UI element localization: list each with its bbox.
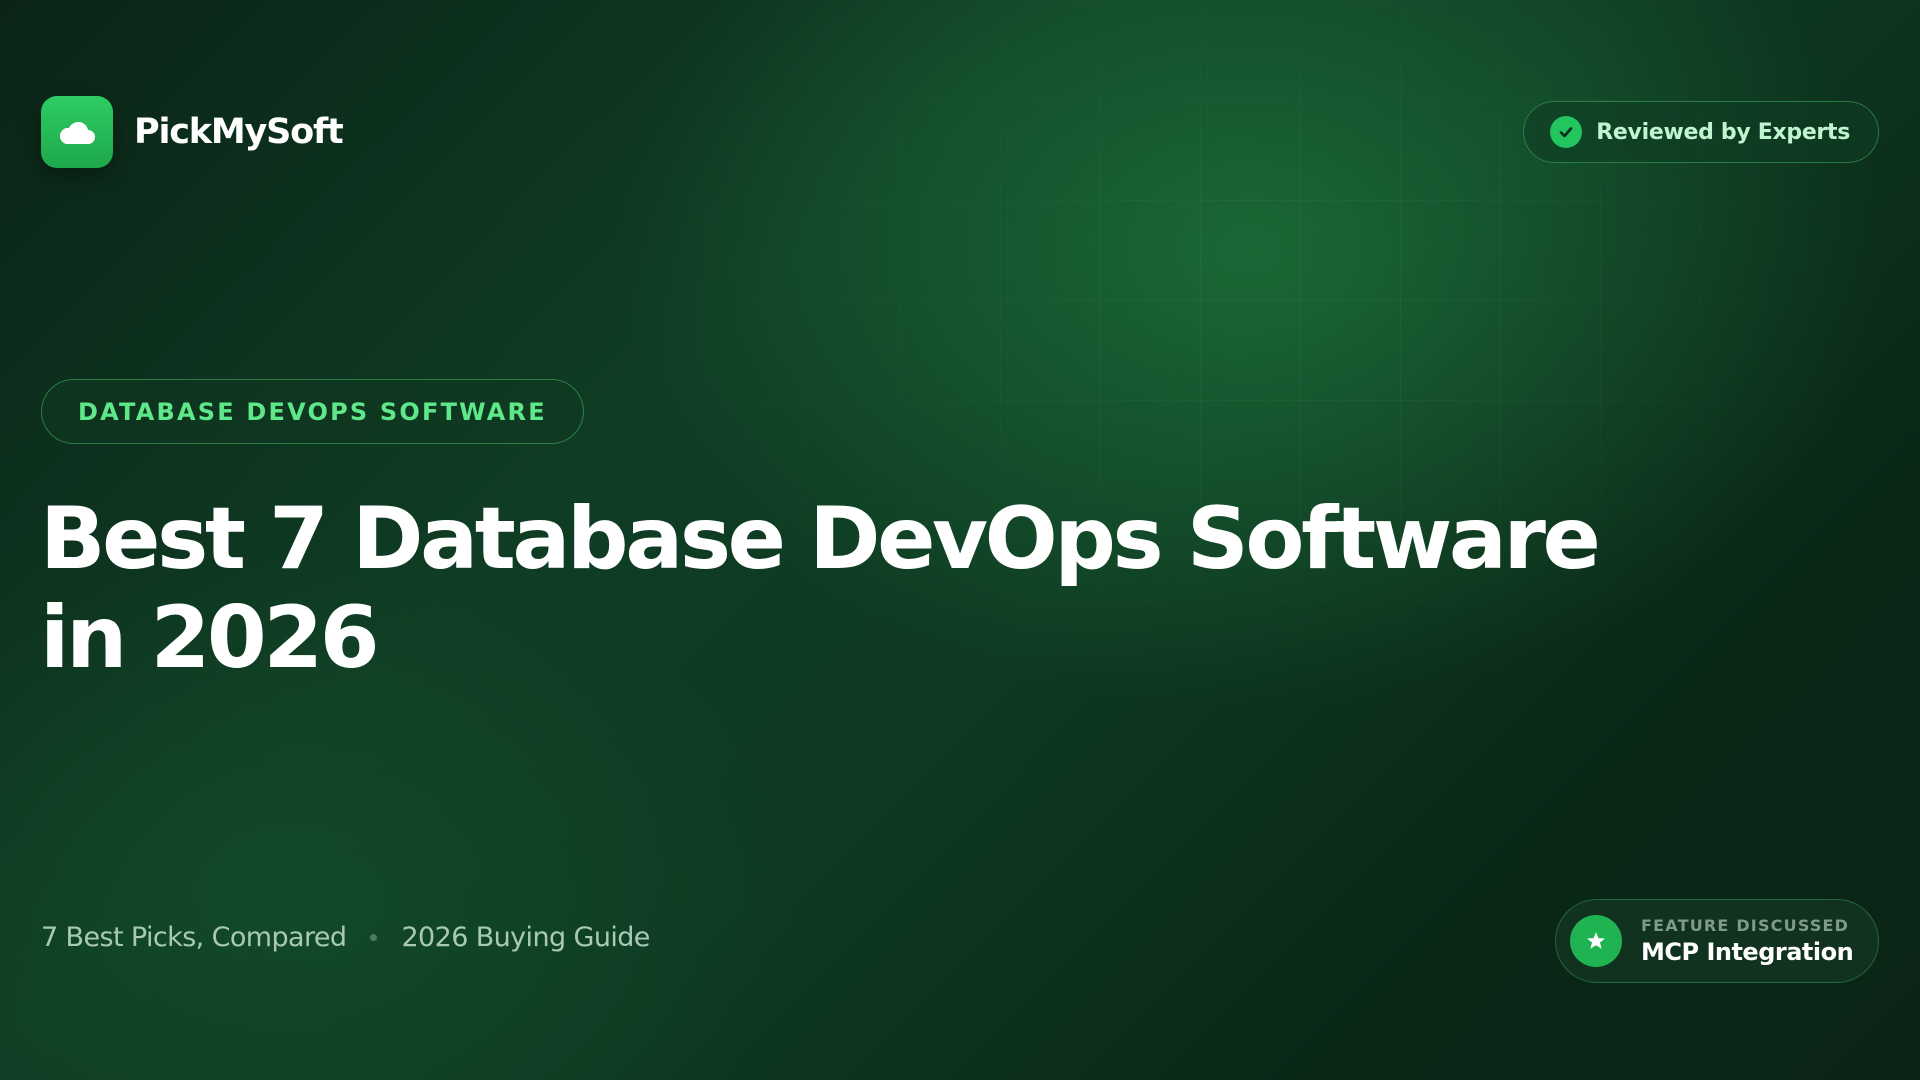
reviewed-badge: Reviewed by Experts [1523, 101, 1879, 163]
feature-card: FEATURE DISCUSSED MCP Integration [1555, 899, 1879, 983]
meta-row: 7 Best Picks, Compared 2026 Buying Guide [41, 922, 650, 953]
reviewed-label: Reviewed by Experts [1596, 119, 1850, 145]
star-icon [1570, 915, 1622, 967]
meta-separator-dot [370, 934, 378, 941]
title-line-1: Best 7 Database DevOps Software [40, 489, 1601, 589]
page-title: Best 7 Database DevOps Software in 2026 [40, 490, 1660, 688]
meta-guide: 2026 Buying Guide [401, 922, 650, 953]
category-tag: DATABASE DEVOPS SOFTWARE [41, 379, 584, 444]
feature-label: FEATURE DISCUSSED [1641, 916, 1850, 935]
feature-text: FEATURE DISCUSSED MCP Integration [1641, 916, 1854, 966]
brand-logo[interactable]: PickMySoft [41, 96, 344, 168]
brand-name: PickMySoft [134, 112, 344, 152]
feature-value: MCP Integration [1641, 938, 1854, 966]
title-line-2: in 2026 [40, 588, 380, 688]
meta-picks: 7 Best Picks, Compared [41, 922, 347, 953]
logo-mark [41, 96, 113, 168]
cloud-icon [59, 121, 95, 144]
category-label: DATABASE DEVOPS SOFTWARE [78, 397, 547, 426]
check-icon [1550, 116, 1583, 148]
